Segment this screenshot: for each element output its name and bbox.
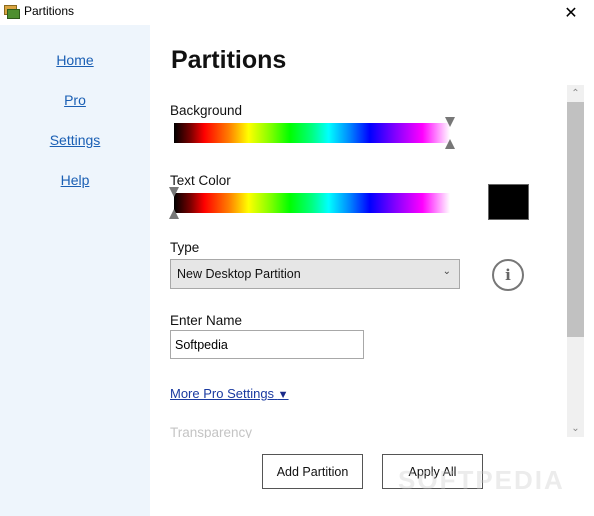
chevron-down-icon: ⌄	[442, 266, 451, 277]
scroll-up-button[interactable]: ⌃	[567, 85, 584, 102]
sidebar-item-home[interactable]: Home	[0, 52, 150, 68]
enter-name-label: Enter Name	[170, 313, 243, 328]
close-icon: ✕	[564, 3, 578, 22]
transparency-label: Transparency	[170, 425, 253, 438]
text-color-slider-thumb[interactable]	[169, 187, 179, 219]
close-button[interactable]: ✕	[548, 0, 594, 25]
sidebar-item-settings[interactable]: Settings	[0, 132, 150, 148]
main-panel: Partitions Background Text Color Type Ne…	[150, 25, 594, 516]
window-title: Partitions	[24, 4, 75, 18]
type-selected-value: New Desktop Partition	[177, 267, 301, 281]
title-bar: Partitions ✕	[0, 0, 594, 25]
more-pro-settings-link[interactable]: More Pro Settings ▼	[170, 386, 289, 401]
sidebar-item-pro[interactable]: Pro	[0, 92, 150, 108]
info-icon: i	[505, 266, 511, 284]
triangle-down-icon: ▼	[277, 389, 289, 401]
background-slider-thumb[interactable]	[445, 117, 455, 149]
info-button[interactable]: i	[492, 259, 524, 291]
text-color-slider[interactable]	[174, 193, 450, 213]
background-color-slider[interactable]	[174, 123, 450, 143]
page-title: Partitions	[171, 46, 287, 74]
app-icon	[4, 5, 20, 19]
scrollbar-thumb[interactable]	[567, 102, 584, 338]
add-partition-button[interactable]: Add Partition	[262, 454, 363, 489]
text-color-swatch	[488, 184, 529, 220]
sidebar: Home Pro Settings Help	[0, 25, 150, 516]
vertical-scrollbar[interactable]: ⌃ ⌄	[567, 85, 584, 437]
apply-all-button[interactable]: Apply All	[382, 454, 483, 489]
chevron-up-icon: ⌃	[571, 88, 580, 99]
text-color-label: Text Color	[170, 173, 231, 188]
type-dropdown[interactable]: New Desktop Partition ⌄	[170, 259, 460, 289]
type-label: Type	[170, 240, 200, 255]
name-input[interactable]	[170, 330, 364, 359]
scroll-down-button[interactable]: ⌄	[567, 420, 584, 437]
chevron-down-icon: ⌄	[571, 423, 580, 434]
more-pro-settings-label: More Pro Settings	[170, 386, 275, 401]
background-label: Background	[170, 103, 243, 118]
sidebar-item-help[interactable]: Help	[0, 172, 150, 188]
